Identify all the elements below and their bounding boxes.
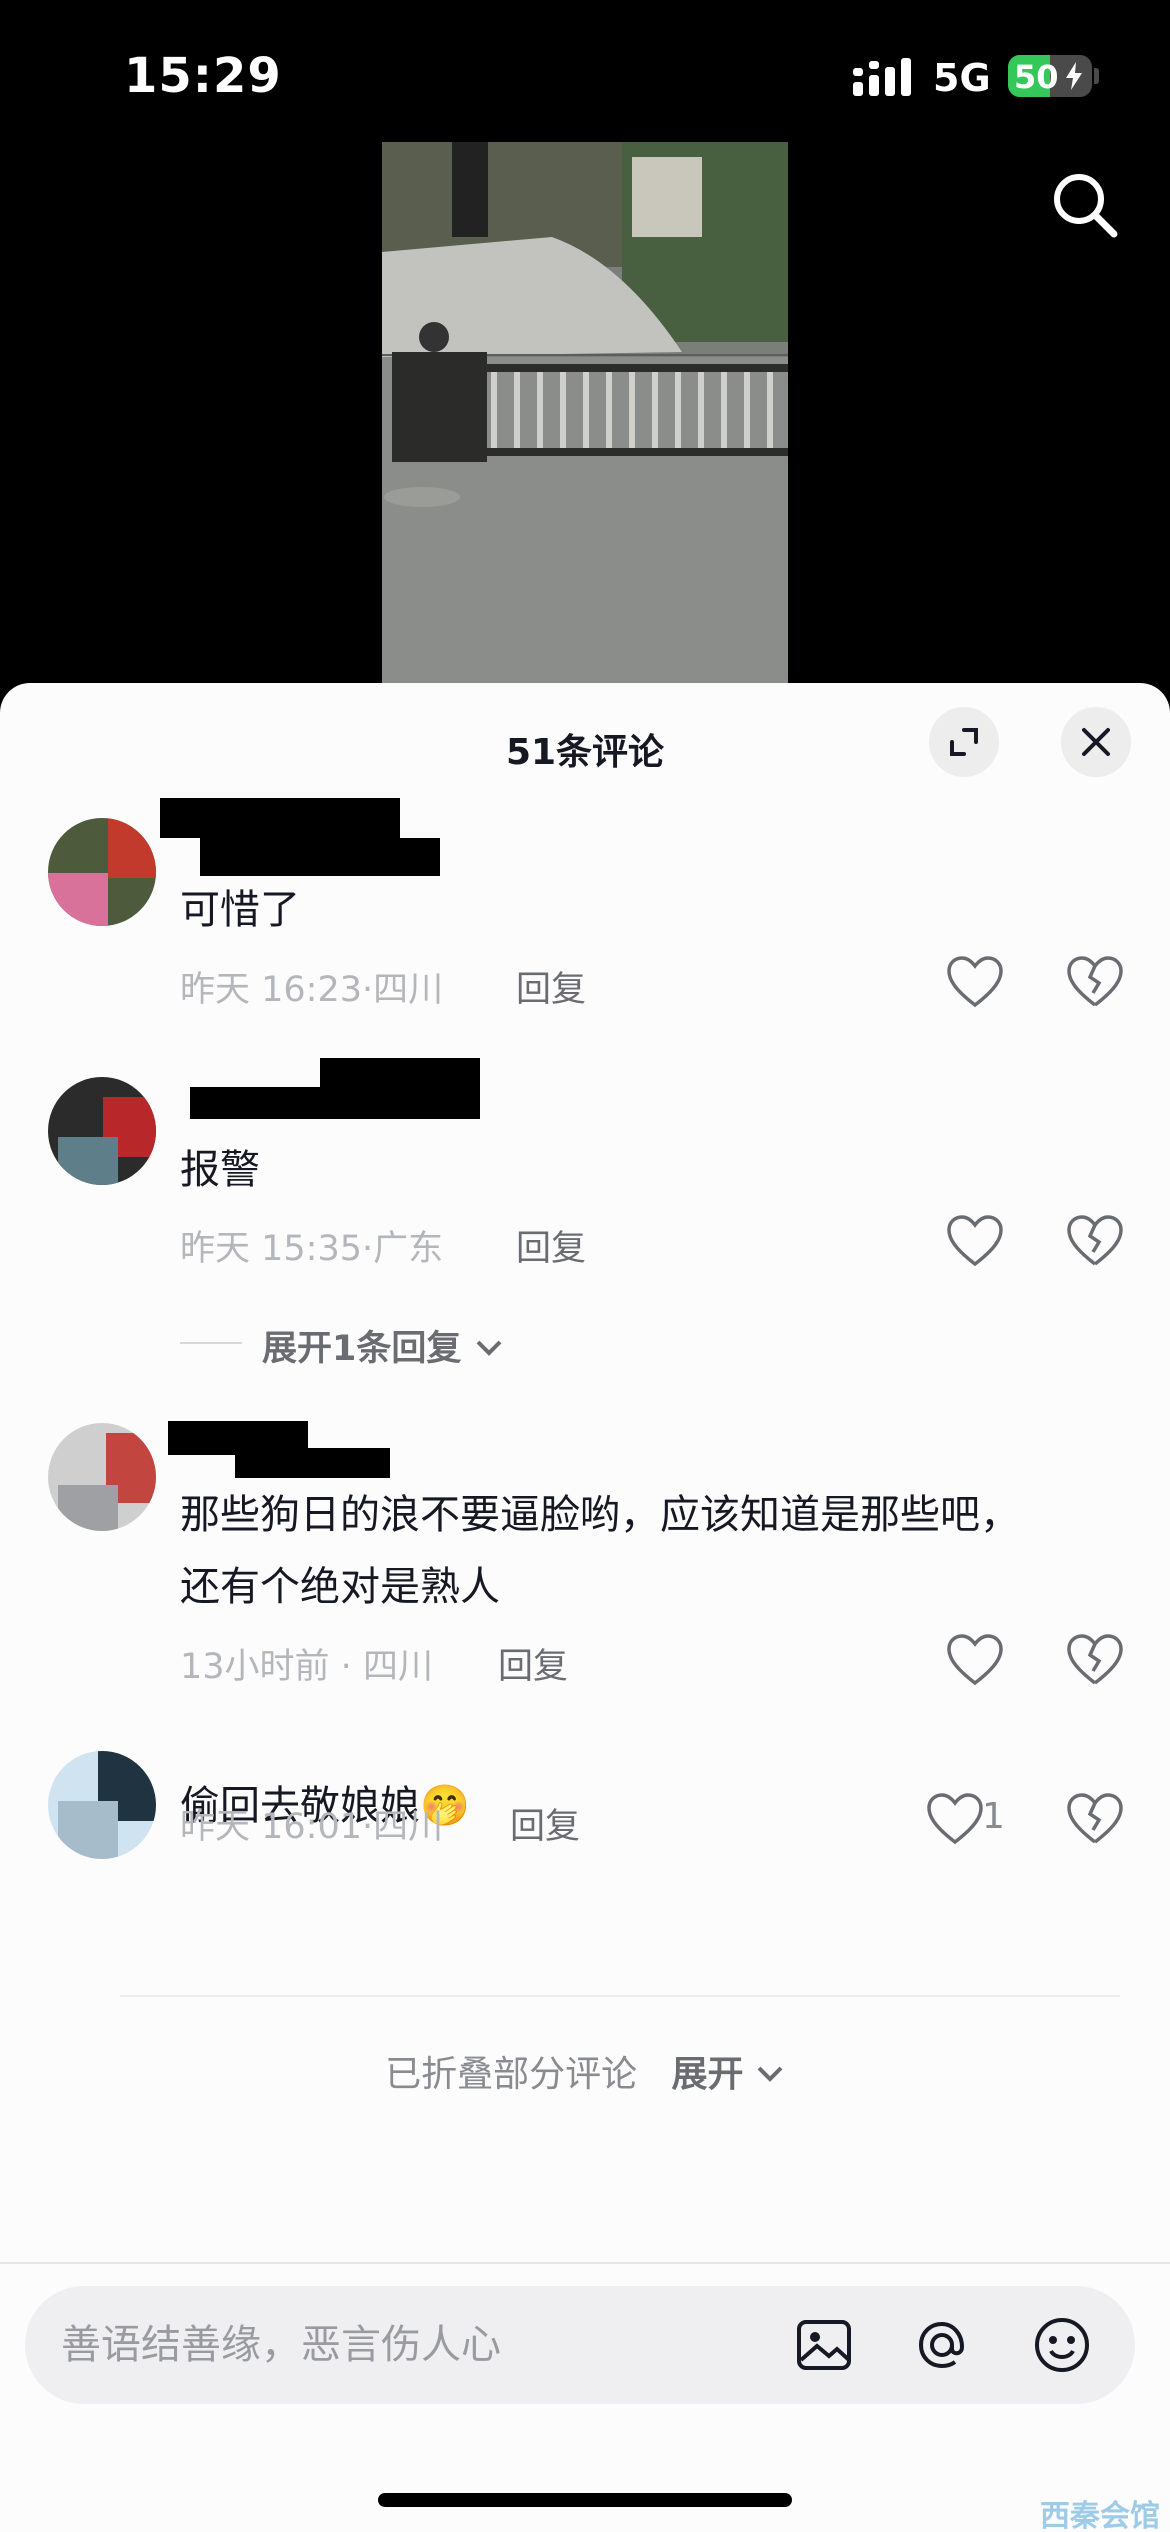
comment-input[interactable]	[61, 2316, 781, 2374]
folded-comments[interactable]: 已折叠部分评论 展开	[0, 2045, 1170, 2097]
signal-strength-icon	[853, 58, 911, 96]
redacted-username	[235, 1448, 390, 1478]
reply-button[interactable]: 回复	[510, 1798, 580, 1849]
comment-text-line1: 那些狗日的浪不要逼脸哟，应该知道是那些吧，	[180, 1492, 1020, 1538]
status-time: 15:29	[124, 48, 282, 104]
comment-meta: 昨天 16:01·四川	[180, 1807, 444, 1847]
comment-text-line2: 还有个绝对是熟人	[180, 1564, 500, 1610]
folded-expand-button[interactable]: 展开	[671, 2054, 743, 2095]
heart-icon[interactable]	[946, 955, 1004, 1009]
search-icon[interactable]	[1048, 168, 1120, 240]
image-icon[interactable]	[793, 2314, 855, 2376]
redacted-username	[190, 1087, 480, 1119]
charging-icon	[1066, 62, 1082, 90]
divider	[0, 2262, 1170, 2264]
dislike-icon[interactable]	[1066, 1792, 1124, 1846]
redacted-username	[160, 798, 400, 838]
expand-replies-label: 展开1条回复	[262, 1329, 462, 1369]
chevron-down-icon	[476, 1340, 501, 1356]
avatar[interactable]	[48, 1423, 156, 1531]
emoji-icon[interactable]	[1031, 2314, 1093, 2376]
avatar[interactable]	[48, 1077, 156, 1185]
battery-indicator: 50	[1008, 55, 1092, 97]
avatar[interactable]	[48, 818, 156, 926]
heart-icon[interactable]	[946, 1214, 1004, 1268]
expand-sheet-button[interactable]	[929, 707, 999, 777]
reply-button[interactable]: 回复	[516, 961, 586, 1012]
like-count: 1	[982, 1796, 1005, 1837]
battery-level: 50	[1014, 58, 1059, 96]
network-type: 5G	[933, 56, 991, 100]
divider	[120, 1995, 1120, 1997]
watermark: 西秦会馆	[1040, 2499, 1160, 2532]
fullscreen-icon	[950, 728, 978, 756]
comment-sheet: 51条评论 可惜了 昨天 16:23·四川 回复 报警 昨天 15:35·广东	[0, 683, 1170, 2532]
reply-button[interactable]: 回复	[516, 1220, 586, 1271]
dislike-icon[interactable]	[1066, 1214, 1124, 1268]
comment-meta: 昨天 15:35·广东	[180, 1229, 444, 1269]
reply-button[interactable]: 回复	[498, 1638, 568, 1689]
expand-replies-button[interactable]: 展开1条回复	[262, 1320, 504, 1371]
folded-label: 已折叠部分评论	[385, 2054, 638, 2095]
comment-meta: 昨天 16:23·四川	[180, 970, 444, 1010]
comment-input-bar	[25, 2286, 1135, 2404]
comment-text: 可惜了	[180, 887, 300, 933]
close-sheet-button[interactable]	[1061, 707, 1131, 777]
dislike-icon[interactable]	[1066, 955, 1124, 1009]
comment-meta: 13小时前 · 四川	[180, 1647, 433, 1687]
expand-line	[180, 1342, 242, 1344]
heart-icon[interactable]	[946, 1633, 1004, 1687]
heart-icon[interactable]	[926, 1792, 984, 1846]
dislike-icon[interactable]	[1066, 1633, 1124, 1687]
home-indicator[interactable]	[378, 2493, 792, 2507]
close-icon	[1082, 728, 1110, 756]
video-frame	[382, 142, 788, 684]
redacted-username	[200, 838, 440, 876]
comment-text: 报警	[180, 1147, 260, 1193]
mention-icon[interactable]	[911, 2314, 973, 2376]
video-player[interactable]	[382, 142, 788, 684]
chevron-down-icon	[757, 2066, 783, 2082]
battery-cap	[1094, 68, 1099, 84]
avatar[interactable]	[48, 1751, 156, 1859]
